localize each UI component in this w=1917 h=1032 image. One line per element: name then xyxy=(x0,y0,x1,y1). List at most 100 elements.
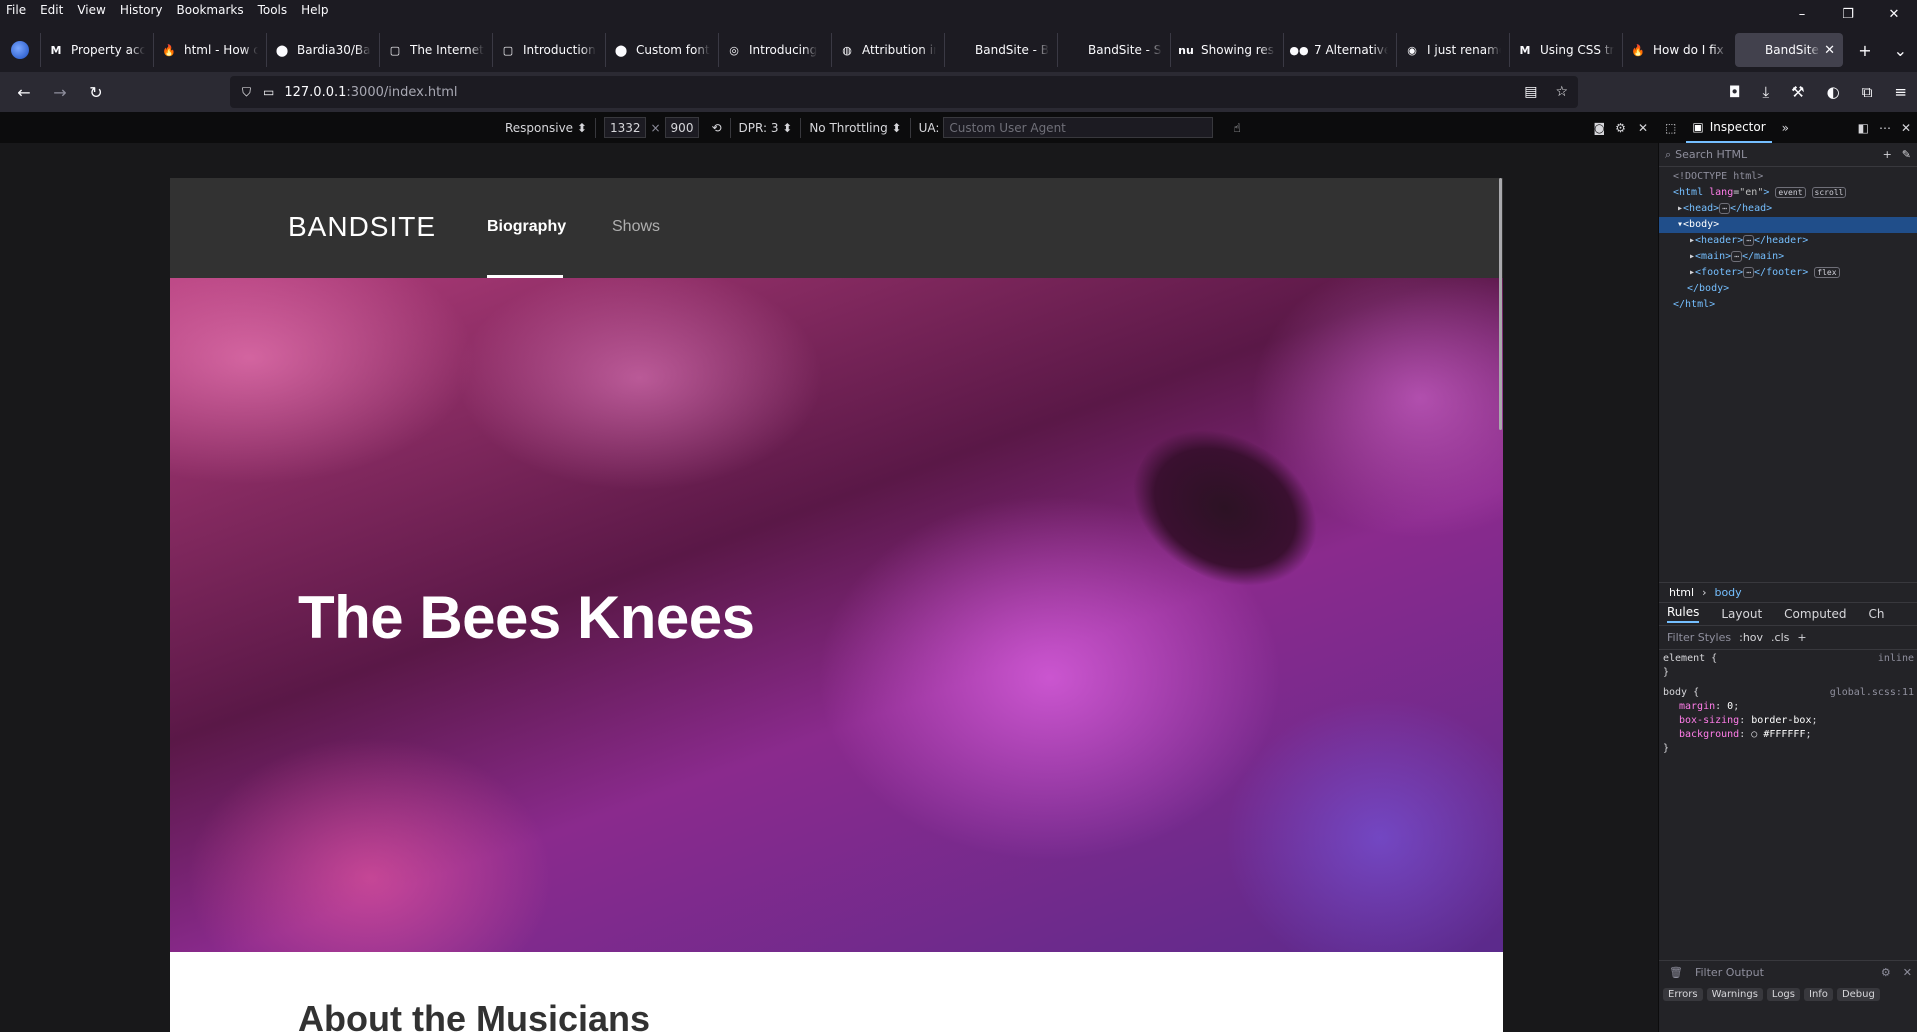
browser-tab[interactable]: 🔥 html - How c xyxy=(153,33,266,67)
console-settings-icon[interactable]: ⚙ xyxy=(1881,966,1891,979)
color-swatch-icon[interactable]: ○ xyxy=(1751,729,1757,740)
more-tools-icon[interactable]: » xyxy=(1782,121,1789,135)
close-devtools-icon[interactable]: ✕ xyxy=(1901,121,1911,135)
forward-button[interactable]: → xyxy=(42,83,78,102)
markup-doctype[interactable]: <!DOCTYPE html> xyxy=(1659,169,1917,185)
flex-badge[interactable]: flex xyxy=(1814,267,1840,278)
throttling-selector[interactable]: No Throttling ⬍ xyxy=(809,121,901,135)
tab-rules[interactable]: Rules xyxy=(1667,605,1700,623)
rule-element[interactable]: element {inline xyxy=(1663,652,1917,666)
site-logo[interactable]: BANDSITE xyxy=(288,211,436,243)
tab-layout[interactable]: Layout xyxy=(1721,607,1762,621)
pocket-icon[interactable]: ◘ xyxy=(1729,83,1741,101)
browser-tab[interactable]: M Using CSS tra xyxy=(1509,33,1622,67)
extensions-icon[interactable]: ⧉ xyxy=(1862,83,1873,101)
viewport-width-input[interactable]: 1332 xyxy=(603,117,647,138)
restore-button[interactable]: ❐ xyxy=(1825,0,1871,28)
menu-bookmarks[interactable]: Bookmarks xyxy=(177,3,244,17)
hov-button[interactable]: :hov xyxy=(1739,631,1763,644)
bookmark-star-icon[interactable]: ☆ xyxy=(1555,84,1568,100)
breadcrumb-body[interactable]: body xyxy=(1714,586,1741,599)
menu-edit[interactable]: Edit xyxy=(40,3,63,17)
breadcrumb-html[interactable]: html xyxy=(1669,586,1694,599)
downloads-icon[interactable]: ⤓ xyxy=(1763,83,1770,101)
cls-button[interactable]: .cls xyxy=(1771,631,1789,644)
event-badge[interactable]: event xyxy=(1775,187,1806,198)
markup-body-selected[interactable]: ▾<body> xyxy=(1659,217,1917,233)
css-prop-box-sizing[interactable]: box-sizing: border-box; xyxy=(1663,714,1917,728)
browser-tab[interactable]: ▢ Introduction xyxy=(492,33,605,67)
markup-html[interactable]: <html lang="en"> event scroll xyxy=(1659,185,1917,201)
console-filter-input[interactable]: Filter Output xyxy=(1695,966,1764,979)
browser-tab[interactable]: 🔥 How do I fix a xyxy=(1622,33,1735,67)
filter-debug[interactable]: Debug xyxy=(1836,988,1880,1001)
filter-warnings[interactable]: Warnings xyxy=(1706,988,1763,1001)
menu-file[interactable]: File xyxy=(6,3,26,17)
rule-source-link[interactable]: global.scss:11 xyxy=(1830,686,1914,700)
screenshot-icon[interactable]: ◙ xyxy=(1594,121,1606,135)
browser-tab[interactable]: ●● 7 Alternative xyxy=(1283,33,1396,67)
collapsed-badge[interactable]: ⋯ xyxy=(1743,235,1755,246)
browser-tab[interactable]: ◎ Introducing xyxy=(718,33,831,67)
css-prop-background[interactable]: background: ○ #FFFFFF; xyxy=(1663,728,1917,742)
filter-info[interactable]: Info xyxy=(1804,988,1833,1001)
touch-simulation-icon[interactable]: ☝ xyxy=(1233,121,1240,135)
close-tab-icon[interactable]: ✕ xyxy=(1820,43,1835,58)
dock-icon[interactable]: ◧ xyxy=(1858,121,1869,135)
back-button[interactable]: ← xyxy=(6,83,42,102)
menu-history[interactable]: History xyxy=(120,3,163,17)
close-rdm-icon[interactable]: ✕ xyxy=(1638,121,1648,135)
account-icon[interactable]: ◐ xyxy=(1827,83,1840,101)
settings-gear-icon[interactable]: ⚙ xyxy=(1615,121,1626,135)
page-scrollbar[interactable] xyxy=(1499,178,1502,430)
pick-element-icon[interactable]: ⬚ xyxy=(1665,121,1676,135)
browser-tab[interactable]: ◍ Attribution in xyxy=(831,33,944,67)
shield-icon[interactable]: ⛉ xyxy=(242,85,251,100)
markup-body-close[interactable]: </body> xyxy=(1659,281,1917,297)
device-selector[interactable]: Responsive ⬍ xyxy=(505,121,587,135)
nav-link-shows[interactable]: Shows xyxy=(612,218,660,236)
firefox-icon[interactable] xyxy=(0,28,40,72)
trash-icon[interactable]: 🗑 xyxy=(1669,966,1683,979)
menu-tools[interactable]: Tools xyxy=(258,3,288,17)
markup-head[interactable]: ▸<head> ⋯ </head> xyxy=(1659,201,1917,217)
reader-view-icon[interactable]: ▤ xyxy=(1524,84,1537,100)
collapsed-badge[interactable]: ⋯ xyxy=(1743,267,1755,278)
browser-tab[interactable]: ▢ The Internet c xyxy=(379,33,492,67)
devtools-wrench-icon[interactable]: ⚒ xyxy=(1791,83,1804,101)
tab-list-button[interactable]: ⌄ xyxy=(1894,41,1907,60)
filter-styles-input[interactable]: Filter Styles xyxy=(1667,631,1731,644)
tab-changes[interactable]: Ch xyxy=(1869,607,1885,621)
filter-errors[interactable]: Errors xyxy=(1663,988,1703,1001)
user-agent-input[interactable]: Custom User Agent xyxy=(943,117,1214,138)
nav-link-biography[interactable]: Biography xyxy=(487,218,566,236)
reload-button[interactable]: ↻ xyxy=(78,83,114,102)
markup-footer[interactable]: ▸<footer> ⋯ </footer> flex xyxy=(1659,265,1917,281)
devtools-menu-icon[interactable]: ⋯ xyxy=(1879,121,1891,135)
browser-tab[interactable]: ⬤ Bardia30/Ban xyxy=(266,33,379,67)
browser-tab[interactable]: M Property acc xyxy=(40,33,153,67)
markup-main[interactable]: ▸<main> ⋯ </main> xyxy=(1659,249,1917,265)
close-console-icon[interactable]: ✕ xyxy=(1903,966,1912,979)
tab-active[interactable]: BandSite - Bio✕ xyxy=(1735,33,1843,67)
close-window-button[interactable]: ✕ xyxy=(1871,0,1917,28)
markup-html-close[interactable]: </html> xyxy=(1659,297,1917,313)
collapsed-badge[interactable]: ⋯ xyxy=(1719,203,1730,214)
eyedropper-icon[interactable]: ✎ xyxy=(1902,148,1911,161)
menu-help[interactable]: Help xyxy=(301,3,328,17)
browser-tab[interactable]: ◉ I just rename xyxy=(1396,33,1509,67)
minimize-button[interactable]: – xyxy=(1779,0,1825,28)
menu-view[interactable]: View xyxy=(77,3,105,17)
browser-tab[interactable]: ⬤ Custom font xyxy=(605,33,718,67)
browser-tab[interactable]: BandSite - Biogra xyxy=(944,33,1057,67)
rule-body[interactable]: body {global.scss:11 xyxy=(1663,686,1917,700)
scroll-badge[interactable]: scroll xyxy=(1811,187,1847,198)
viewport-height-input[interactable]: 900 xyxy=(664,117,700,138)
new-tab-button[interactable]: + xyxy=(1858,41,1871,60)
add-node-icon[interactable]: + xyxy=(1883,148,1892,161)
tab-inspector[interactable]: ▣ Inspector xyxy=(1686,112,1772,143)
html-search[interactable]: ⌕ Search HTML + ✎ xyxy=(1659,143,1917,167)
tab-computed[interactable]: Computed xyxy=(1784,607,1846,621)
filter-logs[interactable]: Logs xyxy=(1766,988,1800,1001)
hamburger-menu-icon[interactable]: ≡ xyxy=(1894,83,1907,101)
